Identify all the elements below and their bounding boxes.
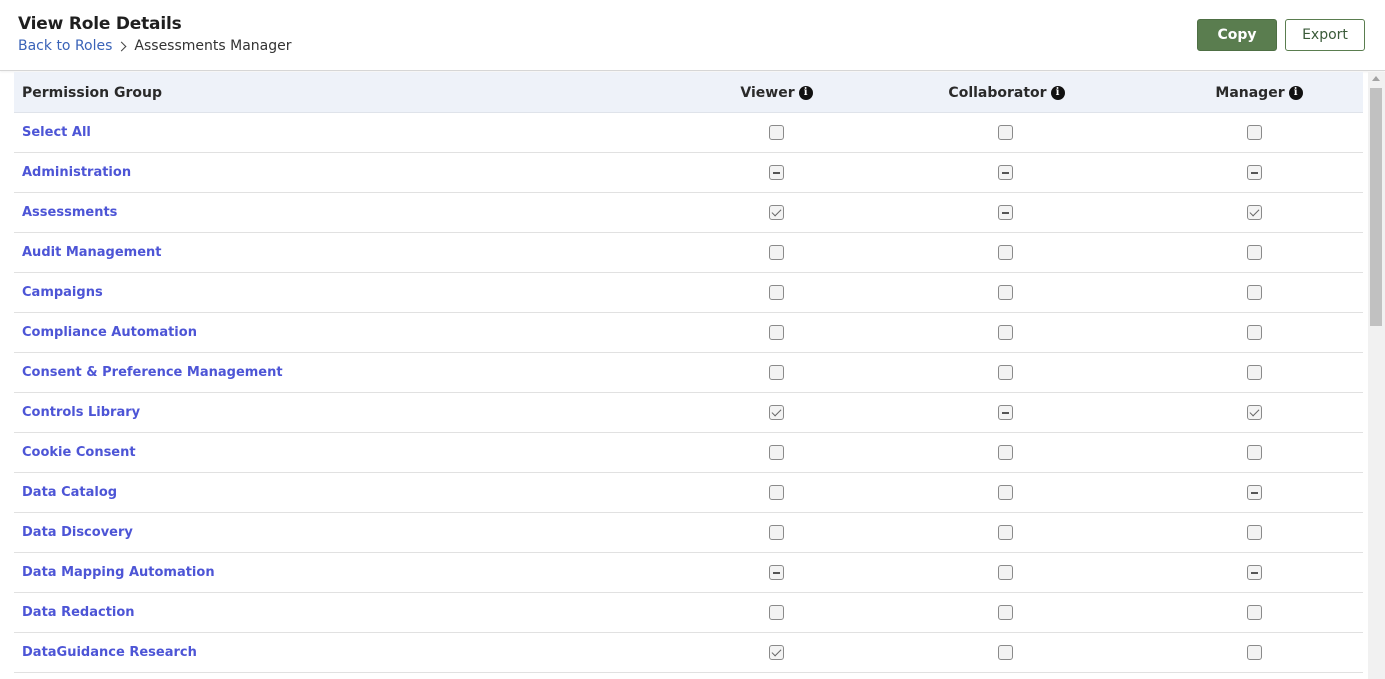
table-row: DataGuidance Research <box>14 633 1363 673</box>
collaborator-checkbox[interactable] <box>998 445 1013 460</box>
permission-group-link[interactable]: Compliance Automation <box>22 313 197 352</box>
permission-group-link[interactable]: Campaigns <box>22 273 103 312</box>
collaborator-checkbox[interactable] <box>998 125 1013 140</box>
page-header: View Role Details Back to Roles Assessme… <box>0 0 1385 71</box>
collaborator-checkbox[interactable] <box>998 525 1013 540</box>
scroll-up-arrow-icon[interactable] <box>1372 76 1380 81</box>
column-header-collaborator: Collaborator i <box>939 72 1074 113</box>
table-row: Consent & Preference Management <box>14 353 1363 393</box>
collaborator-checkbox[interactable] <box>998 365 1013 380</box>
collaborator-checkbox[interactable] <box>998 205 1013 220</box>
info-icon[interactable]: i <box>798 85 813 100</box>
collaborator-checkbox[interactable] <box>998 405 1013 420</box>
table-row: Compliance Automation <box>14 313 1363 353</box>
viewer-checkbox[interactable] <box>769 165 784 180</box>
viewer-checkbox[interactable] <box>769 245 784 260</box>
collaborator-checkbox[interactable] <box>998 485 1013 500</box>
column-header-label: Viewer <box>740 84 795 101</box>
permissions-table: Permission Group Viewer i Collaborator i… <box>14 72 1363 679</box>
permission-group-link[interactable]: Cookie Consent <box>22 433 136 472</box>
column-header-label: Manager <box>1215 84 1285 101</box>
viewer-checkbox[interactable] <box>769 125 784 140</box>
collaborator-checkbox[interactable] <box>998 165 1013 180</box>
manager-checkbox[interactable] <box>1247 525 1262 540</box>
manager-checkbox[interactable] <box>1247 165 1262 180</box>
collaborator-checkbox[interactable] <box>998 605 1013 620</box>
table-row: Data Redaction <box>14 593 1363 633</box>
viewer-checkbox[interactable] <box>769 325 784 340</box>
table-row: Data Mapping Automation <box>14 553 1363 593</box>
breadcrumb: Back to Roles Assessments Manager <box>18 38 292 54</box>
manager-checkbox[interactable] <box>1247 405 1262 420</box>
table-row: Administration <box>14 153 1363 193</box>
table-body: Select All Administration Assessments Audit… <box>14 113 1363 673</box>
collaborator-checkbox[interactable] <box>998 285 1013 300</box>
permission-group-link[interactable]: Data Discovery <box>22 513 133 552</box>
copy-button[interactable]: Copy <box>1197 19 1277 51</box>
viewer-checkbox[interactable] <box>769 405 784 420</box>
column-header-permission-group: Permission Group <box>22 72 162 113</box>
back-to-roles-link[interactable]: Back to Roles <box>18 38 112 54</box>
collaborator-checkbox[interactable] <box>998 245 1013 260</box>
manager-checkbox[interactable] <box>1247 325 1262 340</box>
column-header-viewer: Viewer i <box>714 72 839 113</box>
collaborator-checkbox[interactable] <box>998 565 1013 580</box>
viewer-checkbox[interactable] <box>769 525 784 540</box>
manager-checkbox[interactable] <box>1247 285 1262 300</box>
permission-group-link[interactable]: Controls Library <box>22 393 140 432</box>
vertical-scrollbar[interactable] <box>1368 72 1385 679</box>
permission-group-link[interactable]: Data Mapping Automation <box>22 553 215 592</box>
viewer-checkbox[interactable] <box>769 365 784 380</box>
table-row: Cookie Consent <box>14 433 1363 473</box>
table-row: Data Catalog <box>14 473 1363 513</box>
manager-checkbox[interactable] <box>1247 245 1262 260</box>
viewer-checkbox[interactable] <box>769 285 784 300</box>
collaborator-checkbox[interactable] <box>998 325 1013 340</box>
permission-group-link[interactable]: Select All <box>22 113 91 152</box>
table-row: Data Discovery <box>14 513 1363 553</box>
column-header-label: Collaborator <box>948 84 1047 101</box>
page-title: View Role Details <box>18 14 182 34</box>
table-row: Campaigns <box>14 273 1363 313</box>
permission-group-link[interactable]: DataGuidance Research <box>22 633 197 672</box>
table-header: Permission Group Viewer i Collaborator i… <box>14 72 1363 113</box>
permission-group-link[interactable]: Data Catalog <box>22 473 117 512</box>
table-row: Controls Library <box>14 393 1363 433</box>
manager-checkbox[interactable] <box>1247 205 1262 220</box>
info-icon[interactable]: i <box>1050 85 1065 100</box>
manager-checkbox[interactable] <box>1247 565 1262 580</box>
permission-group-link[interactable]: Administration <box>22 153 131 192</box>
permission-group-link[interactable]: Data Redaction <box>22 593 135 632</box>
manager-checkbox[interactable] <box>1247 125 1262 140</box>
collaborator-checkbox[interactable] <box>998 645 1013 660</box>
table-row: Audit Management <box>14 233 1363 273</box>
permission-group-link[interactable]: Consent & Preference Management <box>22 353 283 392</box>
breadcrumb-current: Assessments Manager <box>134 38 292 54</box>
manager-checkbox[interactable] <box>1247 645 1262 660</box>
viewer-checkbox[interactable] <box>769 565 784 580</box>
column-header-manager: Manager i <box>1194 72 1324 113</box>
permission-group-link[interactable]: Assessments <box>22 193 117 232</box>
column-header-label: Permission Group <box>22 84 162 101</box>
permission-group-link[interactable]: Audit Management <box>22 233 162 272</box>
viewer-checkbox[interactable] <box>769 445 784 460</box>
viewer-checkbox[interactable] <box>769 205 784 220</box>
export-button[interactable]: Export <box>1285 19 1365 51</box>
manager-checkbox[interactable] <box>1247 485 1262 500</box>
viewer-checkbox[interactable] <box>769 645 784 660</box>
info-icon[interactable]: i <box>1288 85 1303 100</box>
table-row: Select All <box>14 113 1363 153</box>
viewer-checkbox[interactable] <box>769 485 784 500</box>
manager-checkbox[interactable] <box>1247 445 1262 460</box>
manager-checkbox[interactable] <box>1247 365 1262 380</box>
viewer-checkbox[interactable] <box>769 605 784 620</box>
table-row: Assessments <box>14 193 1363 233</box>
manager-checkbox[interactable] <box>1247 605 1262 620</box>
scrollbar-thumb[interactable] <box>1370 88 1382 326</box>
chevron-right-icon <box>116 41 127 51</box>
